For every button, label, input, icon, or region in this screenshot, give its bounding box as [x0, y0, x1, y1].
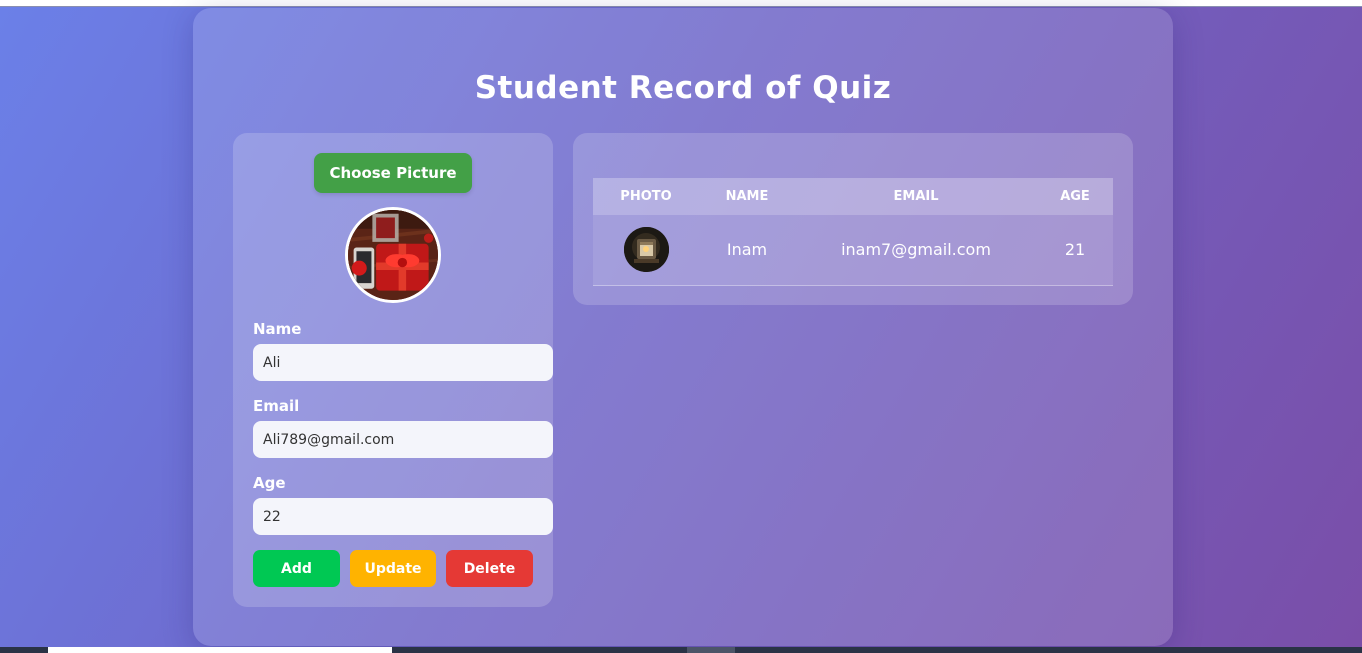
update-button[interactable]: Update	[350, 550, 436, 587]
column-header-name: NAME	[725, 189, 769, 204]
age-input[interactable]	[253, 498, 553, 535]
browser-top-strip	[0, 0, 1362, 7]
taskbar-segment	[48, 647, 392, 653]
name-input[interactable]	[253, 344, 553, 381]
row-age: 21	[1064, 240, 1086, 259]
email-label: Email	[253, 397, 300, 415]
column-header-photo: PHOTO	[620, 189, 672, 204]
taskbar-strip	[0, 647, 1362, 653]
column-header-age: AGE	[1060, 189, 1090, 204]
gift-photo-icon	[348, 210, 438, 300]
row-email: inam7@gmail.com	[841, 240, 991, 259]
row-name: Inam	[726, 240, 768, 259]
add-button[interactable]: Add	[253, 550, 340, 587]
taskbar-segment	[687, 647, 735, 653]
table-header: PHOTO NAME EMAIL AGE	[593, 178, 1113, 215]
delete-button[interactable]: Delete	[446, 550, 533, 587]
records-table-card: PHOTO NAME EMAIL AGE Inam inam7@gmail.co…	[573, 133, 1133, 305]
records-table: PHOTO NAME EMAIL AGE Inam inam7@gmail.co…	[593, 178, 1113, 286]
student-form-card: Choose Picture Name Ali Email Ali789@gma…	[233, 133, 553, 607]
page-title: Student Record of Quiz	[474, 70, 892, 106]
row-photo	[624, 227, 669, 272]
table-row[interactable]: Inam inam7@gmail.com 21	[593, 215, 1113, 286]
student-avatar	[345, 207, 441, 303]
age-label: Age	[253, 474, 286, 492]
name-label: Name	[253, 320, 302, 338]
choose-picture-button[interactable]: Choose Picture	[314, 153, 472, 193]
email-input[interactable]	[253, 421, 553, 458]
main-container: Student Record of Quiz Choose Picture Na…	[193, 8, 1173, 646]
lantern-photo-icon	[624, 227, 669, 272]
column-header-email: EMAIL	[893, 189, 939, 204]
